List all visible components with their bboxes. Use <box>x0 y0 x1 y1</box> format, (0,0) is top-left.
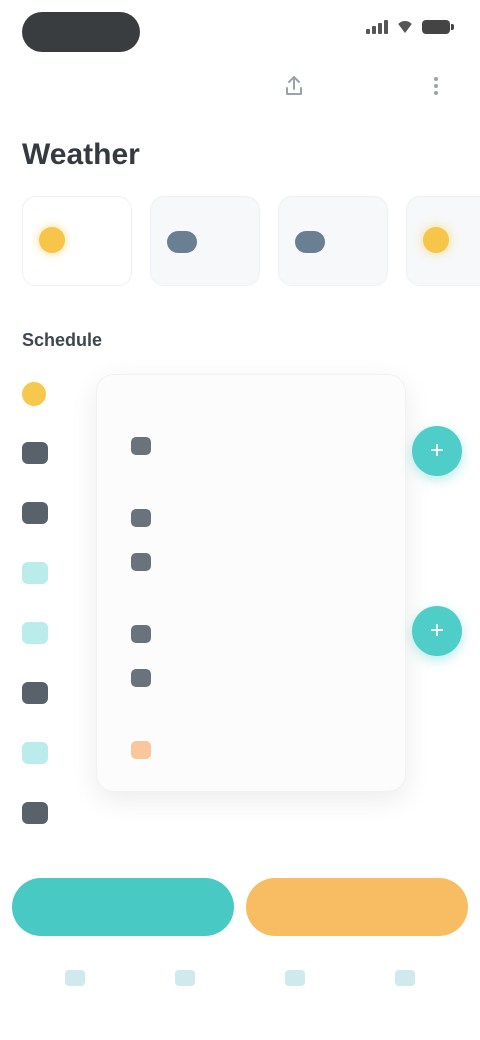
nav-item-calendar[interactable] <box>150 960 220 1000</box>
item-icon <box>131 669 151 687</box>
event-icon <box>22 562 48 584</box>
wifi-icon <box>396 21 414 33</box>
secondary-action-button[interactable] <box>246 878 468 936</box>
popup-item-accent[interactable] <box>131 741 161 759</box>
popup-item[interactable] <box>131 553 161 571</box>
profile-icon <box>395 970 415 986</box>
add-button[interactable]: + <box>412 606 462 656</box>
sun-icon <box>39 227 65 253</box>
item-icon <box>131 509 151 527</box>
status-icons <box>366 20 454 34</box>
popup-item[interactable] <box>131 509 161 527</box>
calendar-icon <box>175 970 195 986</box>
event-icon <box>22 442 48 464</box>
day-card[interactable] <box>278 196 388 286</box>
sun-icon <box>423 227 449 253</box>
page-title: Weather <box>22 138 140 171</box>
more-icon[interactable] <box>424 74 448 98</box>
day-card[interactable] <box>22 196 132 286</box>
popup-item[interactable] <box>131 625 161 643</box>
sun-icon <box>22 382 46 406</box>
cloud-icon <box>295 231 325 253</box>
cloud-icon <box>167 231 197 253</box>
event-icon <box>22 622 48 644</box>
nav-item-profile[interactable] <box>370 960 440 1000</box>
event-icon <box>22 682 48 704</box>
item-icon <box>131 741 151 759</box>
primary-action-button[interactable] <box>12 878 234 936</box>
add-button[interactable]: + <box>412 426 462 476</box>
list-item[interactable] <box>0 786 480 846</box>
signal-icon <box>366 20 388 34</box>
add-icon: + <box>429 617 444 644</box>
battery-icon <box>422 20 454 34</box>
item-icon <box>131 625 151 643</box>
section-title: Schedule <box>22 330 103 350</box>
popup-card <box>96 374 406 792</box>
nav-item-home[interactable] <box>40 960 110 1000</box>
item-icon <box>131 437 151 455</box>
bottom-nav <box>0 950 480 1010</box>
share-icon[interactable] <box>282 74 306 98</box>
day-card[interactable] <box>150 196 260 286</box>
chart-icon <box>285 970 305 986</box>
status-time-pill <box>22 12 140 52</box>
home-icon <box>65 970 85 986</box>
event-icon <box>22 502 48 524</box>
event-icon <box>22 742 48 764</box>
day-card[interactable] <box>406 196 480 286</box>
top-app-bar <box>0 64 480 128</box>
event-icon <box>22 802 48 824</box>
popup-item[interactable] <box>131 669 161 687</box>
add-icon: + <box>429 437 444 464</box>
popup-item[interactable] <box>131 437 161 455</box>
status-bar <box>0 0 480 64</box>
item-icon <box>131 553 151 571</box>
day-forecast-strip[interactable] <box>0 196 480 296</box>
nav-item-chart[interactable] <box>260 960 330 1000</box>
